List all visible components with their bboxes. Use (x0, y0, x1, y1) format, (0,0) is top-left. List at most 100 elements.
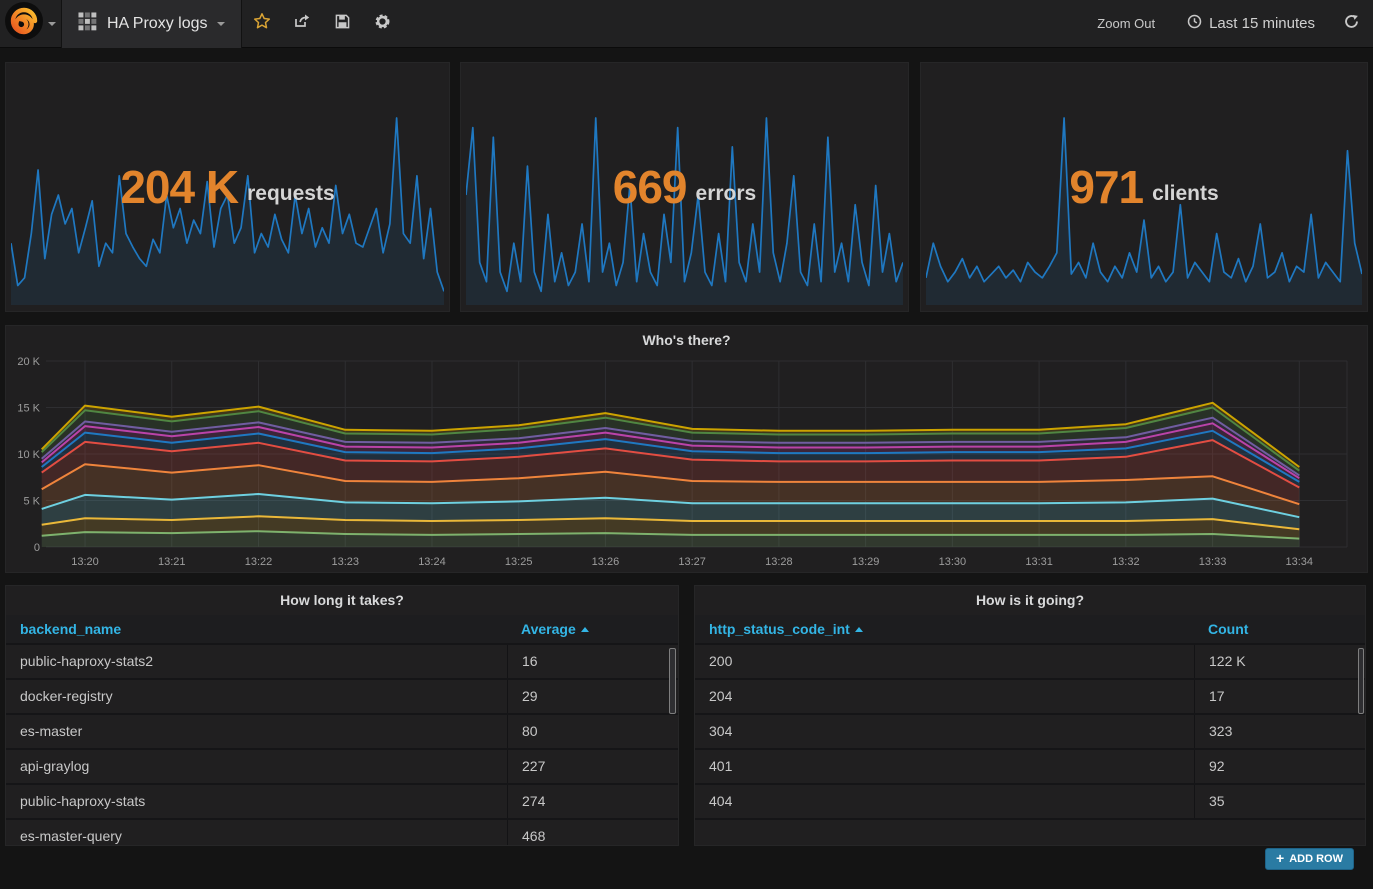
table-row: 40435 (695, 785, 1365, 820)
zoom-out-button[interactable]: Zoom Out (1079, 16, 1173, 31)
stat-label: clients (1152, 182, 1219, 206)
column-header-average[interactable]: Average (507, 621, 678, 637)
svg-text:20 K: 20 K (17, 356, 40, 368)
svg-text:13:28: 13:28 (765, 556, 793, 568)
table-cell: 92 (1194, 750, 1365, 783)
table-row: docker-registry29 (6, 680, 678, 715)
table-cell: 227 (507, 750, 678, 783)
svg-text:13:30: 13:30 (939, 556, 967, 568)
svg-text:15 K: 15 K (17, 403, 40, 415)
table-panel-how-long: How long it takes? backend_name Average … (5, 585, 679, 846)
gear-icon (374, 13, 391, 35)
table-cell: api-graylog (6, 750, 507, 783)
stat-text: 204 K requests (6, 63, 449, 311)
svg-text:10 K: 10 K (17, 449, 40, 461)
table-body: 200122 K204173043234019240435 (695, 645, 1365, 820)
table-cell: 122 K (1194, 645, 1365, 678)
stacked-area-chart: 05 K10 K15 K20 K13:2013:2113:2213:2313:2… (6, 355, 1367, 571)
navbar: HA Proxy logs (0, 0, 1373, 48)
table-body: public-haproxy-stats216docker-registry29… (6, 645, 678, 846)
save-button[interactable] (322, 0, 362, 48)
svg-text:13:26: 13:26 (592, 556, 620, 568)
graph-panel-title[interactable]: Who's there? (6, 326, 1367, 355)
table-scrollbar[interactable] (669, 648, 676, 714)
table-cell: es-master (6, 715, 507, 748)
table-panel-title[interactable]: How is it going? (695, 586, 1365, 615)
svg-text:13:22: 13:22 (245, 556, 273, 568)
stat-value: 669 (613, 160, 687, 214)
stat-label: errors (696, 182, 757, 206)
table-cell: 200 (695, 645, 1194, 678)
table-cell: 404 (695, 785, 1194, 818)
svg-text:13:20: 13:20 (71, 556, 99, 568)
caret-down-icon (48, 22, 56, 26)
column-header-label: backend_name (20, 621, 121, 637)
table-cell: es-master-query (6, 820, 507, 846)
table-row: 20417 (695, 680, 1365, 715)
table-cell: 16 (507, 645, 678, 678)
svg-text:0: 0 (34, 542, 40, 554)
grafana-logo (5, 2, 43, 45)
table-cell: 204 (695, 680, 1194, 713)
star-button[interactable] (242, 0, 282, 48)
stat-panel-clients[interactable]: 971 clients (920, 62, 1368, 312)
table-header-row: backend_name Average (6, 615, 678, 645)
column-header-http-status-code[interactable]: http_status_code_int (695, 621, 1194, 637)
svg-text:13:25: 13:25 (505, 556, 533, 568)
add-row-button[interactable]: + ADD ROW (1265, 848, 1354, 870)
table-cell: public-haproxy-stats2 (6, 645, 507, 678)
column-header-label: Average (521, 621, 576, 637)
main-menu-button[interactable] (0, 0, 62, 48)
caret-down-icon (217, 22, 225, 26)
svg-text:13:24: 13:24 (418, 556, 446, 568)
stat-value: 204 K (120, 160, 238, 214)
table-cell: 468 (507, 820, 678, 846)
plus-icon: + (1276, 850, 1284, 866)
stat-panel-requests[interactable]: 204 K requests (5, 62, 450, 312)
refresh-icon (1344, 14, 1359, 34)
column-header-count[interactable]: Count (1194, 621, 1365, 637)
table-cell: 401 (695, 750, 1194, 783)
svg-text:13:27: 13:27 (678, 556, 706, 568)
table-header-row: http_status_code_int Count (695, 615, 1365, 645)
dashboard-picker[interactable]: HA Proxy logs (62, 0, 242, 48)
settings-button[interactable] (362, 0, 402, 48)
table-scrollbar[interactable] (1358, 648, 1364, 714)
table-cell: 80 (507, 715, 678, 748)
svg-text:13:29: 13:29 (852, 556, 880, 568)
share-icon (294, 13, 310, 34)
refresh-button[interactable] (1329, 0, 1373, 48)
table-cell: 274 (507, 785, 678, 818)
table-panel-title[interactable]: How long it takes? (6, 586, 678, 615)
table-row: es-master-query468 (6, 820, 678, 846)
table-cell: 323 (1194, 715, 1365, 748)
table-row: public-haproxy-stats216 (6, 645, 678, 680)
column-header-label: Count (1208, 621, 1248, 637)
time-range-label: Last 15 minutes (1209, 15, 1315, 32)
table-row: 304323 (695, 715, 1365, 750)
stat-label: requests (247, 182, 335, 206)
svg-text:13:34: 13:34 (1286, 556, 1314, 568)
time-range-picker[interactable]: Last 15 minutes (1173, 14, 1329, 33)
stat-value: 971 (1069, 160, 1143, 214)
table-panel-how-is-it-going: How is it going? http_status_code_int Co… (694, 585, 1366, 846)
stat-panel-errors[interactable]: 669 errors (460, 62, 909, 312)
table-cell: 35 (1194, 785, 1365, 818)
column-header-backend-name[interactable]: backend_name (6, 621, 507, 637)
svg-text:5 K: 5 K (23, 496, 40, 508)
table-cell: 304 (695, 715, 1194, 748)
save-icon (335, 14, 350, 34)
table-row: es-master80 (6, 715, 678, 750)
star-icon (253, 12, 271, 35)
clock-icon (1187, 14, 1202, 33)
stat-text: 669 errors (461, 63, 908, 311)
add-row-label: ADD ROW (1289, 853, 1343, 865)
table-row: public-haproxy-stats274 (6, 785, 678, 820)
share-button[interactable] (282, 0, 322, 48)
sort-asc-icon (581, 627, 589, 632)
table-cell: public-haproxy-stats (6, 785, 507, 818)
column-header-label: http_status_code_int (709, 621, 850, 637)
table-cell: 29 (507, 680, 678, 713)
sort-asc-icon (855, 627, 863, 632)
table-row: 200122 K (695, 645, 1365, 680)
